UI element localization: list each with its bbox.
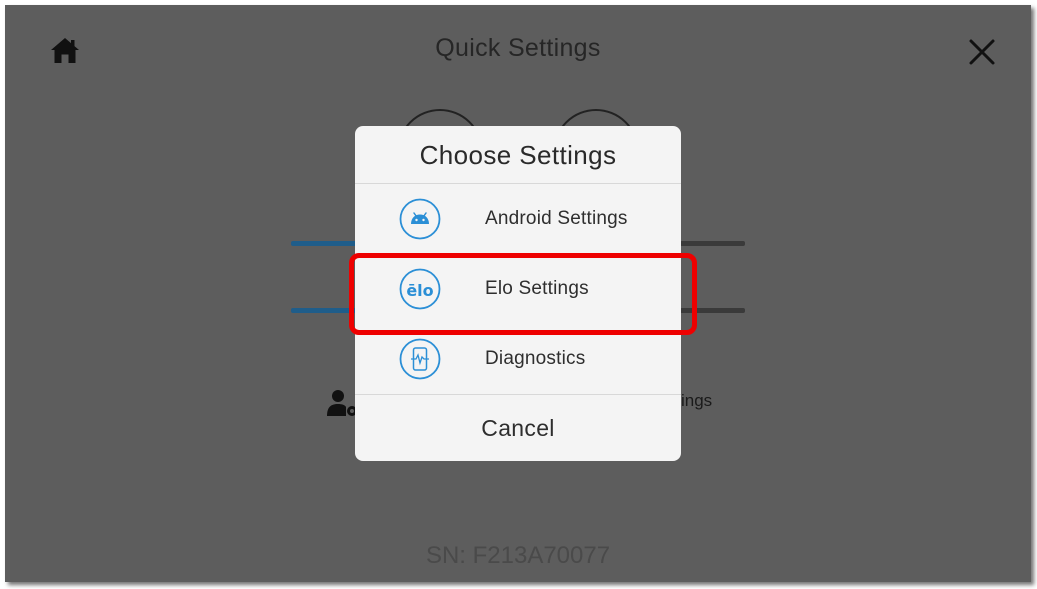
elo-settings-option[interactable]: ēlo Elo Settings [355,254,681,324]
option-label: Android Settings [485,208,628,229]
elo-logo-text: ēlo [406,281,433,300]
dialog-title: Choose Settings [355,126,681,184]
brightness-slider[interactable] [291,241,361,246]
option-label: Elo Settings [485,278,589,299]
close-icon [969,39,995,65]
page-title: Quick Settings [435,34,601,62]
volume-slider-track [680,308,745,313]
brightness-slider-track [680,241,745,246]
diagnostics-option[interactable]: Diagnostics [355,324,681,394]
cancel-button[interactable]: Cancel [355,394,681,461]
option-label: Diagnostics [485,348,586,369]
phone-diagnostics-icon [399,338,441,380]
android-icon [399,198,441,240]
volume-slider[interactable] [291,308,361,313]
close-button[interactable] [965,35,999,69]
serial-number: SN: F213A70077 [425,542,611,569]
choose-settings-dialog: Choose Settings Android Settings ēlo Elo… [355,126,681,461]
quick-settings-screen: Quick Settings ings SN: F213A70077 Choos… [5,5,1031,582]
android-settings-option[interactable]: Android Settings [355,184,681,254]
elo-logo-icon: ēlo [399,268,441,310]
settings-label-partial: ings [681,391,713,410]
